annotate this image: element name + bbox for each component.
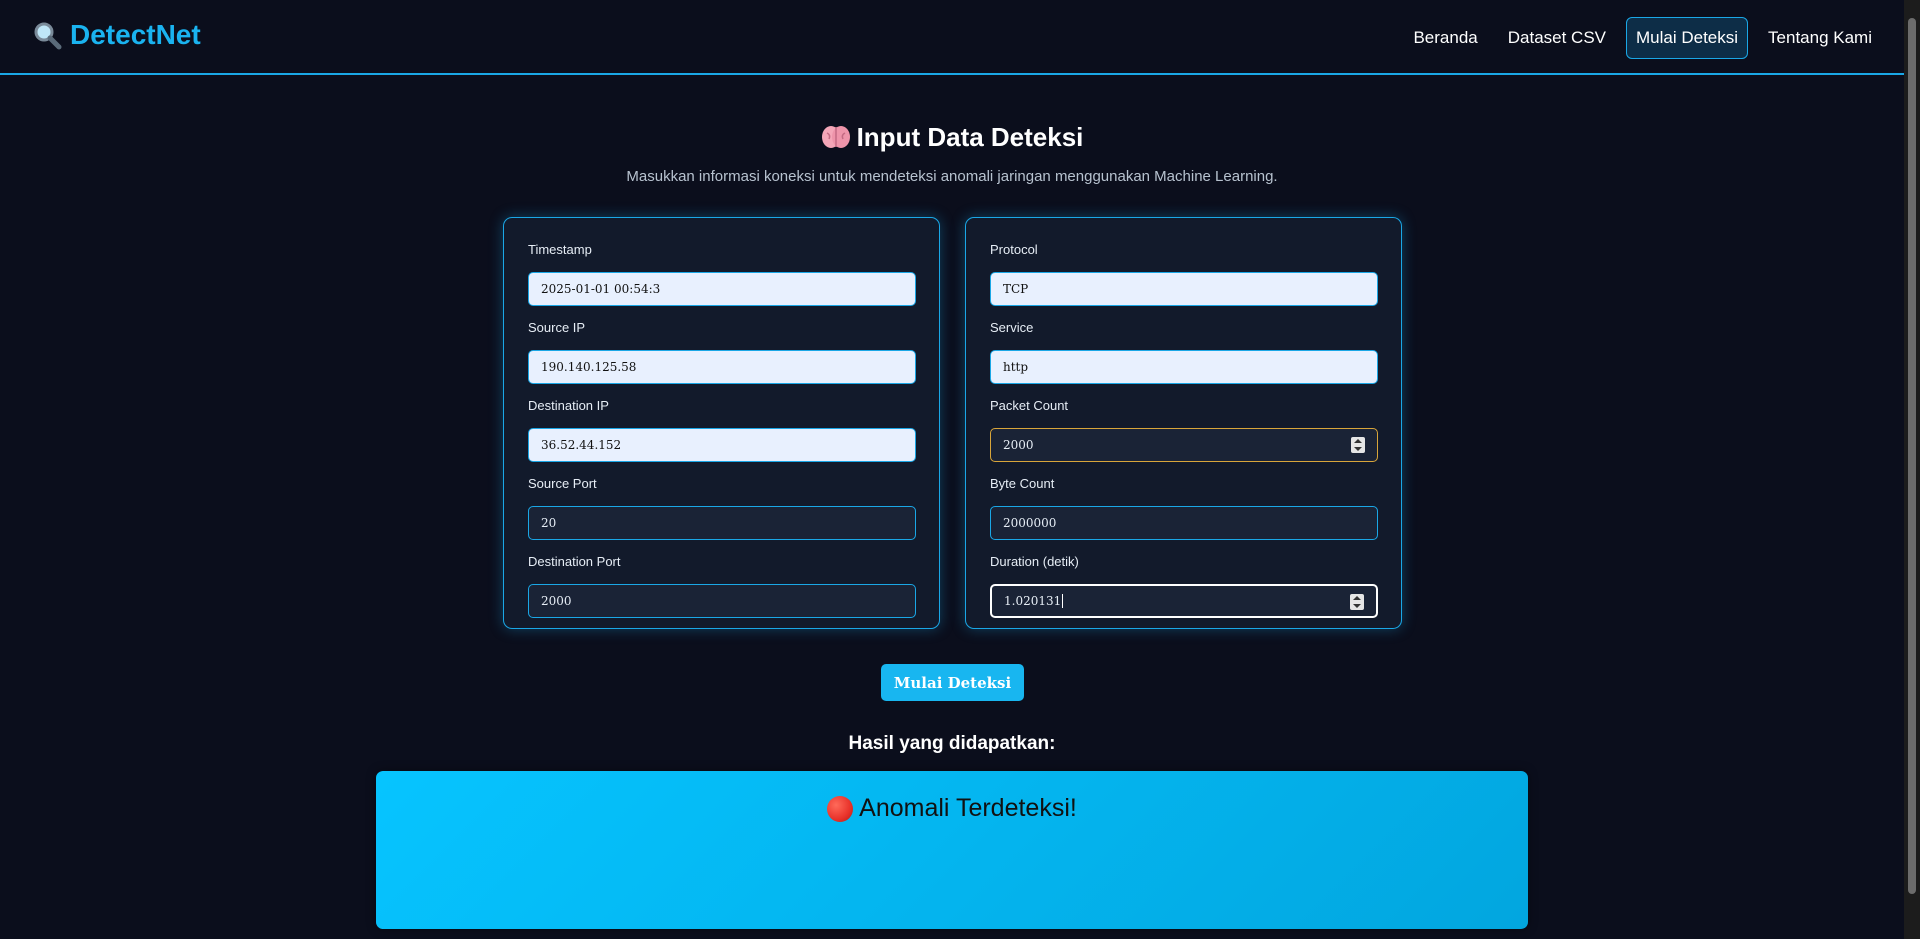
byte-count-input[interactable]: 2000000 — [990, 506, 1378, 540]
destination-ip-input[interactable]: 36.52.44.152 — [528, 428, 916, 462]
result-text: Anomali Terdeteksi! — [859, 794, 1077, 822]
source-port-input[interactable]: 20 — [528, 506, 916, 540]
page-title: Input Data Deteksi — [0, 122, 1904, 153]
scrollbar[interactable] — [1904, 0, 1920, 939]
nav-link-beranda[interactable]: Beranda — [1403, 17, 1487, 59]
brain-icon — [821, 124, 851, 150]
service-input[interactable]: http — [990, 350, 1378, 384]
nav-link-dataset-csv[interactable]: Dataset CSV — [1498, 17, 1616, 59]
byte-count-label: Byte Count — [990, 476, 1055, 491]
logo-text: DetectNet — [70, 19, 201, 50]
logo[interactable]: DetectNet — [32, 19, 201, 51]
destination-port-value: 2000 — [541, 594, 572, 608]
packet-count-spinner-icon[interactable] — [1351, 437, 1365, 453]
red-circle-icon — [827, 795, 854, 822]
packet-count-label: Packet Count — [990, 398, 1069, 413]
submit-button[interactable]: Mulai Deteksi — [881, 664, 1024, 701]
source-ip-value: 190.140.125.58 — [541, 360, 637, 374]
packet-count-input[interactable]: 2000 — [990, 428, 1378, 462]
service-value: http — [1003, 360, 1029, 374]
result-box: Anomali Terdeteksi! — [376, 771, 1528, 929]
source-port-value: 20 — [541, 516, 557, 530]
destination-port-input[interactable]: 2000 — [528, 584, 916, 618]
source-ip-input[interactable]: 190.140.125.58 — [528, 350, 916, 384]
text-caret — [1062, 594, 1064, 608]
form-card-right: Protocol TCP Service http Packet Count 2… — [965, 217, 1402, 629]
protocol-value: TCP — [1003, 282, 1029, 296]
destination-ip-value: 36.52.44.152 — [541, 438, 622, 452]
destination-port-label: Destination Port — [528, 554, 621, 569]
nav-links: Beranda Dataset CSV Mulai Deteksi Tentan… — [1403, 17, 1882, 59]
source-port-label: Source Port — [528, 476, 597, 491]
form-card-left: Timestamp 2025-01-01 00:54:3 Source IP 1… — [503, 217, 940, 629]
duration-value: 1.020131 — [1004, 594, 1062, 608]
page-subtitle: Masukkan informasi koneksi untuk mendete… — [626, 168, 1278, 185]
timestamp-label: Timestamp — [528, 242, 592, 257]
protocol-label: Protocol — [990, 242, 1038, 257]
scrollbar-thumb[interactable] — [1908, 18, 1916, 894]
duration-label: Duration (detik) — [990, 554, 1079, 569]
destination-ip-label: Destination IP — [528, 398, 609, 413]
navbar: DetectNet Beranda Dataset CSV Mulai Dete… — [0, 0, 1904, 75]
packet-count-value: 2000 — [1003, 438, 1034, 452]
duration-input[interactable]: 1.020131 — [990, 584, 1378, 618]
nav-link-tentang-kami[interactable]: Tentang Kami — [1758, 17, 1882, 59]
timestamp-value: 2025-01-01 00:54:3 — [541, 282, 661, 296]
protocol-input[interactable]: TCP — [990, 272, 1378, 306]
duration-spinner-icon[interactable] — [1350, 594, 1364, 610]
nav-link-mulai-deteksi[interactable]: Mulai Deteksi — [1626, 17, 1749, 59]
byte-count-value: 2000000 — [1003, 516, 1057, 530]
service-label: Service — [990, 320, 1034, 335]
result-message: Anomali Terdeteksi! — [376, 794, 1528, 823]
timestamp-input[interactable]: 2025-01-01 00:54:3 — [528, 272, 916, 306]
page-title-text: Input Data Deteksi — [856, 122, 1084, 152]
source-ip-label: Source IP — [528, 320, 586, 335]
magnifier-icon — [32, 20, 62, 50]
result-heading: Hasil yang didapatkan: — [848, 733, 1056, 754]
